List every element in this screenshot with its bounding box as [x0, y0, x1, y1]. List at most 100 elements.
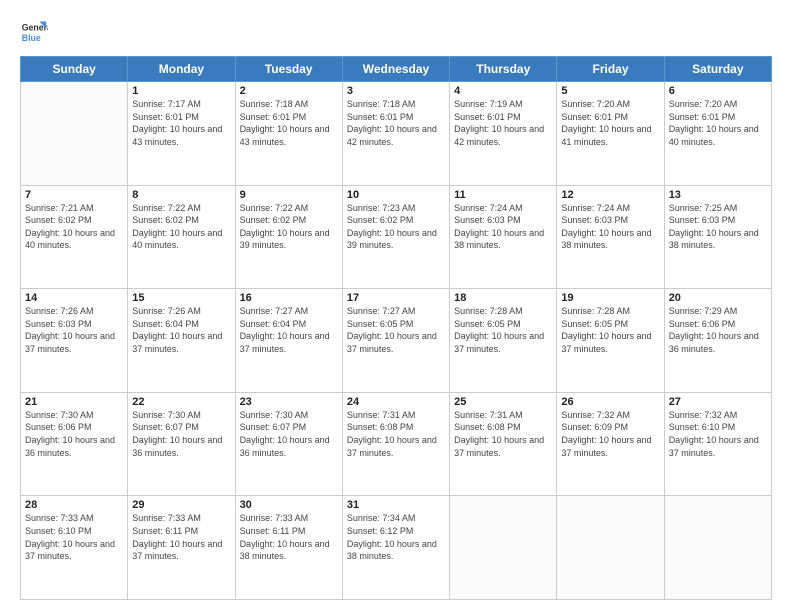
- calendar-cell: 9Sunrise: 7:22 AM Sunset: 6:02 PM Daylig…: [235, 185, 342, 289]
- calendar-cell: 15Sunrise: 7:26 AM Sunset: 6:04 PM Dayli…: [128, 289, 235, 393]
- day-info: Sunrise: 7:24 AM Sunset: 6:03 PM Dayligh…: [561, 202, 659, 252]
- day-info: Sunrise: 7:32 AM Sunset: 6:09 PM Dayligh…: [561, 409, 659, 459]
- day-info: Sunrise: 7:23 AM Sunset: 6:02 PM Dayligh…: [347, 202, 445, 252]
- day-number: 30: [240, 499, 338, 511]
- day-number: 24: [347, 396, 445, 408]
- calendar-table: SundayMondayTuesdayWednesdayThursdayFrid…: [20, 56, 772, 600]
- calendar-cell: 10Sunrise: 7:23 AM Sunset: 6:02 PM Dayli…: [342, 185, 449, 289]
- day-number: 16: [240, 292, 338, 304]
- calendar-week-row: 1Sunrise: 7:17 AM Sunset: 6:01 PM Daylig…: [21, 82, 772, 186]
- calendar-cell: 24Sunrise: 7:31 AM Sunset: 6:08 PM Dayli…: [342, 392, 449, 496]
- calendar-cell: 19Sunrise: 7:28 AM Sunset: 6:05 PM Dayli…: [557, 289, 664, 393]
- day-info: Sunrise: 7:17 AM Sunset: 6:01 PM Dayligh…: [132, 98, 230, 148]
- logo-icon: General Blue: [20, 18, 48, 46]
- calendar-cell: 28Sunrise: 7:33 AM Sunset: 6:10 PM Dayli…: [21, 496, 128, 600]
- calendar-cell: [664, 496, 771, 600]
- weekday-header: Wednesday: [342, 57, 449, 82]
- day-info: Sunrise: 7:30 AM Sunset: 6:07 PM Dayligh…: [132, 409, 230, 459]
- day-info: Sunrise: 7:24 AM Sunset: 6:03 PM Dayligh…: [454, 202, 552, 252]
- weekday-header: Monday: [128, 57, 235, 82]
- day-number: 25: [454, 396, 552, 408]
- day-number: 9: [240, 189, 338, 201]
- calendar-cell: 5Sunrise: 7:20 AM Sunset: 6:01 PM Daylig…: [557, 82, 664, 186]
- calendar-cell: [450, 496, 557, 600]
- logo: General Blue: [20, 18, 48, 46]
- day-info: Sunrise: 7:31 AM Sunset: 6:08 PM Dayligh…: [347, 409, 445, 459]
- day-info: Sunrise: 7:28 AM Sunset: 6:05 PM Dayligh…: [454, 305, 552, 355]
- calendar-cell: 27Sunrise: 7:32 AM Sunset: 6:10 PM Dayli…: [664, 392, 771, 496]
- day-number: 14: [25, 292, 123, 304]
- day-info: Sunrise: 7:26 AM Sunset: 6:04 PM Dayligh…: [132, 305, 230, 355]
- day-info: Sunrise: 7:34 AM Sunset: 6:12 PM Dayligh…: [347, 512, 445, 562]
- calendar-cell: 2Sunrise: 7:18 AM Sunset: 6:01 PM Daylig…: [235, 82, 342, 186]
- day-info: Sunrise: 7:25 AM Sunset: 6:03 PM Dayligh…: [669, 202, 767, 252]
- day-number: 2: [240, 85, 338, 97]
- calendar-cell: [21, 82, 128, 186]
- day-info: Sunrise: 7:18 AM Sunset: 6:01 PM Dayligh…: [240, 98, 338, 148]
- calendar-cell: 14Sunrise: 7:26 AM Sunset: 6:03 PM Dayli…: [21, 289, 128, 393]
- day-number: 7: [25, 189, 123, 201]
- day-info: Sunrise: 7:22 AM Sunset: 6:02 PM Dayligh…: [132, 202, 230, 252]
- header-row: SundayMondayTuesdayWednesdayThursdayFrid…: [21, 57, 772, 82]
- day-info: Sunrise: 7:33 AM Sunset: 6:10 PM Dayligh…: [25, 512, 123, 562]
- calendar-week-row: 14Sunrise: 7:26 AM Sunset: 6:03 PM Dayli…: [21, 289, 772, 393]
- day-number: 4: [454, 85, 552, 97]
- day-number: 27: [669, 396, 767, 408]
- day-number: 5: [561, 85, 659, 97]
- calendar-cell: 16Sunrise: 7:27 AM Sunset: 6:04 PM Dayli…: [235, 289, 342, 393]
- day-number: 6: [669, 85, 767, 97]
- day-info: Sunrise: 7:22 AM Sunset: 6:02 PM Dayligh…: [240, 202, 338, 252]
- day-number: 8: [132, 189, 230, 201]
- calendar-cell: 1Sunrise: 7:17 AM Sunset: 6:01 PM Daylig…: [128, 82, 235, 186]
- day-number: 26: [561, 396, 659, 408]
- weekday-header: Sunday: [21, 57, 128, 82]
- day-number: 17: [347, 292, 445, 304]
- calendar-cell: 20Sunrise: 7:29 AM Sunset: 6:06 PM Dayli…: [664, 289, 771, 393]
- svg-text:Blue: Blue: [22, 33, 41, 43]
- weekday-header: Friday: [557, 57, 664, 82]
- day-number: 20: [669, 292, 767, 304]
- weekday-header: Thursday: [450, 57, 557, 82]
- calendar-cell: 13Sunrise: 7:25 AM Sunset: 6:03 PM Dayli…: [664, 185, 771, 289]
- day-number: 21: [25, 396, 123, 408]
- day-info: Sunrise: 7:27 AM Sunset: 6:05 PM Dayligh…: [347, 305, 445, 355]
- day-number: 23: [240, 396, 338, 408]
- day-number: 15: [132, 292, 230, 304]
- header: General Blue: [20, 18, 772, 46]
- calendar-cell: 18Sunrise: 7:28 AM Sunset: 6:05 PM Dayli…: [450, 289, 557, 393]
- day-info: Sunrise: 7:19 AM Sunset: 6:01 PM Dayligh…: [454, 98, 552, 148]
- day-info: Sunrise: 7:33 AM Sunset: 6:11 PM Dayligh…: [132, 512, 230, 562]
- day-number: 22: [132, 396, 230, 408]
- calendar-week-row: 21Sunrise: 7:30 AM Sunset: 6:06 PM Dayli…: [21, 392, 772, 496]
- weekday-header: Tuesday: [235, 57, 342, 82]
- day-number: 11: [454, 189, 552, 201]
- calendar-cell: 7Sunrise: 7:21 AM Sunset: 6:02 PM Daylig…: [21, 185, 128, 289]
- day-info: Sunrise: 7:26 AM Sunset: 6:03 PM Dayligh…: [25, 305, 123, 355]
- day-info: Sunrise: 7:18 AM Sunset: 6:01 PM Dayligh…: [347, 98, 445, 148]
- calendar-week-row: 7Sunrise: 7:21 AM Sunset: 6:02 PM Daylig…: [21, 185, 772, 289]
- calendar-cell: 30Sunrise: 7:33 AM Sunset: 6:11 PM Dayli…: [235, 496, 342, 600]
- day-info: Sunrise: 7:27 AM Sunset: 6:04 PM Dayligh…: [240, 305, 338, 355]
- day-info: Sunrise: 7:20 AM Sunset: 6:01 PM Dayligh…: [669, 98, 767, 148]
- calendar-cell: 29Sunrise: 7:33 AM Sunset: 6:11 PM Dayli…: [128, 496, 235, 600]
- calendar-cell: 8Sunrise: 7:22 AM Sunset: 6:02 PM Daylig…: [128, 185, 235, 289]
- day-info: Sunrise: 7:30 AM Sunset: 6:07 PM Dayligh…: [240, 409, 338, 459]
- calendar-cell: 23Sunrise: 7:30 AM Sunset: 6:07 PM Dayli…: [235, 392, 342, 496]
- calendar-cell: 26Sunrise: 7:32 AM Sunset: 6:09 PM Dayli…: [557, 392, 664, 496]
- day-number: 10: [347, 189, 445, 201]
- calendar-week-row: 28Sunrise: 7:33 AM Sunset: 6:10 PM Dayli…: [21, 496, 772, 600]
- weekday-header: Saturday: [664, 57, 771, 82]
- calendar-cell: 12Sunrise: 7:24 AM Sunset: 6:03 PM Dayli…: [557, 185, 664, 289]
- day-info: Sunrise: 7:30 AM Sunset: 6:06 PM Dayligh…: [25, 409, 123, 459]
- day-number: 19: [561, 292, 659, 304]
- day-number: 13: [669, 189, 767, 201]
- calendar-cell: 31Sunrise: 7:34 AM Sunset: 6:12 PM Dayli…: [342, 496, 449, 600]
- day-info: Sunrise: 7:29 AM Sunset: 6:06 PM Dayligh…: [669, 305, 767, 355]
- calendar-cell: 11Sunrise: 7:24 AM Sunset: 6:03 PM Dayli…: [450, 185, 557, 289]
- day-info: Sunrise: 7:32 AM Sunset: 6:10 PM Dayligh…: [669, 409, 767, 459]
- calendar-cell: 4Sunrise: 7:19 AM Sunset: 6:01 PM Daylig…: [450, 82, 557, 186]
- calendar-cell: 6Sunrise: 7:20 AM Sunset: 6:01 PM Daylig…: [664, 82, 771, 186]
- day-number: 29: [132, 499, 230, 511]
- calendar-cell: 3Sunrise: 7:18 AM Sunset: 6:01 PM Daylig…: [342, 82, 449, 186]
- calendar-cell: 17Sunrise: 7:27 AM Sunset: 6:05 PM Dayli…: [342, 289, 449, 393]
